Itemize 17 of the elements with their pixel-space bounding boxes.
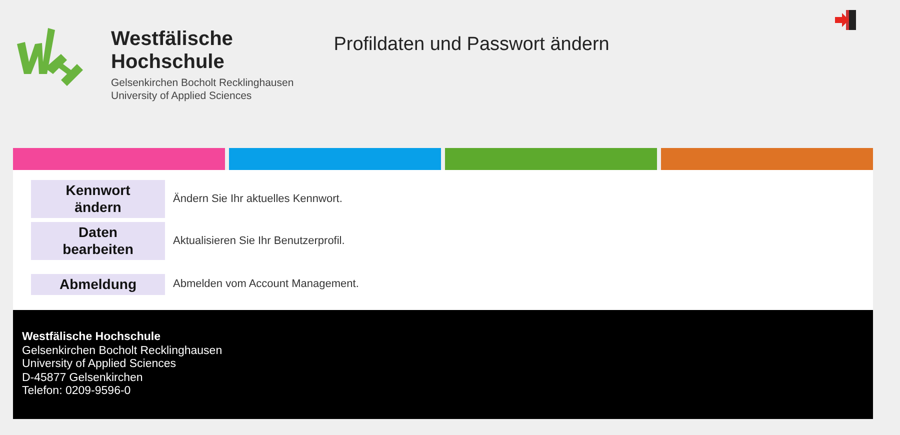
action-description: Aktualisieren Sie Ihr Benutzerprofil. xyxy=(173,234,345,249)
page-title: Profildaten und Passwort ändern xyxy=(334,33,610,57)
logo-subtitle: Gelsenkirchen Bocholt Recklinghausen xyxy=(111,77,294,90)
action-button[interactable]: Kennwort ändern xyxy=(31,180,165,218)
action-button[interactable]: Daten bearbeiten xyxy=(31,222,165,260)
footer-line: Gelsenkirchen Bocholt Recklinghausen xyxy=(22,344,224,358)
footer-line: University of Applied Sciences xyxy=(22,358,178,372)
footer-line: Telefon: 0209-9596-0 xyxy=(22,385,132,398)
footer-title: Westfälische Hochschule xyxy=(22,331,162,344)
footer-line: D-45877 Gelsenkirchen xyxy=(22,372,144,385)
exit-icon[interactable] xyxy=(834,9,858,31)
action-description: Abmelden vom Account Management. xyxy=(173,277,359,292)
action-button[interactable]: Abmeldung xyxy=(31,274,165,295)
action-description: Ändern Sie Ihr aktuelles Kennwort. xyxy=(173,192,342,207)
logo-text: Westfälische xyxy=(111,28,234,51)
logo-text: Hochschule xyxy=(111,51,226,74)
logo-subtitle: University of Applied Sciences xyxy=(111,90,253,103)
